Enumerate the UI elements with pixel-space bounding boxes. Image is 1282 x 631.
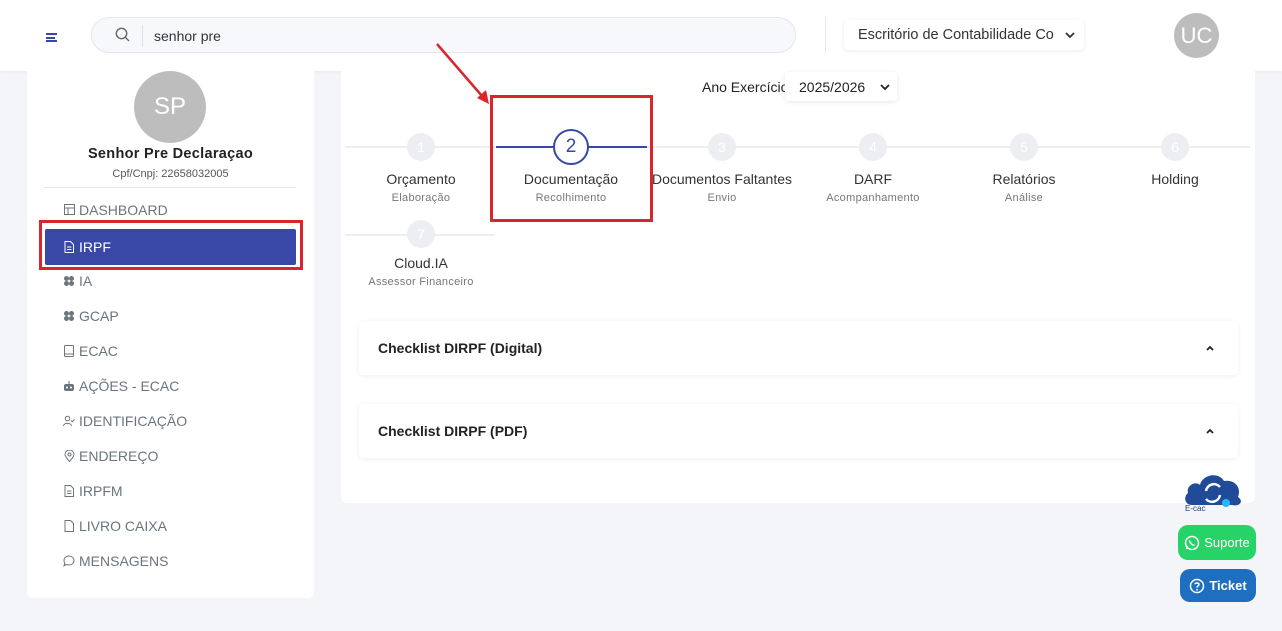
sidebar-item-label: DASHBOARD <box>79 201 168 218</box>
suporte-button[interactable]: Suporte <box>1178 525 1256 560</box>
step-title: Holding <box>1151 171 1199 187</box>
office-select[interactable]: Escritório de Contabilidade Co <box>844 20 1084 50</box>
irpf-highlight-box <box>39 220 303 270</box>
sidebar-item-endereco[interactable]: ENDEREÇO <box>45 438 296 473</box>
step-number: 1 <box>407 133 435 161</box>
step-subtitle: Acompanhamento <box>826 192 920 204</box>
user-check-icon <box>63 415 75 427</box>
chevron-down-icon <box>1065 32 1075 39</box>
document-icon <box>63 484 75 497</box>
chevron-up-icon <box>1206 428 1214 434</box>
suporte-label: Suporte <box>1204 535 1250 550</box>
file-icon <box>63 519 75 532</box>
sidebar-item-gcap[interactable]: GCAP <box>45 298 296 333</box>
book-icon <box>63 344 75 357</box>
robot-icon <box>63 380 75 392</box>
ecac-label: E-cac <box>1185 504 1206 513</box>
top-bar: Escritório de Contabilidade Co UC <box>0 0 1282 71</box>
sidebar-item-label: IDENTIFICAÇÃO <box>79 412 188 429</box>
sidebar-item-label: ENDEREÇO <box>79 447 159 464</box>
search-icon <box>115 27 130 42</box>
step-title: Relatórios <box>992 171 1056 187</box>
search-input[interactable] <box>154 24 754 48</box>
step-subtitle: Elaboração <box>391 192 451 204</box>
sidebar-item-label: LIVRO CAIXA <box>79 517 167 534</box>
year-label: Ano Exercício <box>702 79 789 95</box>
step-number: 5 <box>1010 133 1038 161</box>
sidebar-item-irpfm[interactable]: IRPFM <box>45 473 296 508</box>
step-subtitle: Assessor Financeiro <box>368 276 474 288</box>
year-select[interactable]: 2025/2026 <box>785 72 897 101</box>
sidebar-item-mensagens[interactable]: MENSAGENS <box>45 543 296 578</box>
sidebar: SP Senhor Pre Declaraçao Cpf/Cnpj: 22658… <box>27 71 314 598</box>
step-number: 3 <box>708 133 736 161</box>
sidebar-item-label: MENSAGENS <box>79 552 169 569</box>
whatsapp-icon <box>1184 535 1200 551</box>
dashboard-icon <box>63 204 75 216</box>
step-highlight-box <box>490 95 653 222</box>
chat-icon <box>63 554 75 567</box>
chevron-down-icon <box>880 84 890 91</box>
location-pin-icon <box>63 449 75 462</box>
step-title: Documentos Faltantes <box>651 171 793 187</box>
sidebar-item-label: GCAP <box>79 307 119 324</box>
sidebar-item-label: AÇÕES - ECAC <box>79 377 180 394</box>
ticket-label: Ticket <box>1209 578 1247 593</box>
step-documentos-faltantes[interactable]: 3 Documentos Faltantes Envio <box>642 133 802 204</box>
step-title: Cloud.IA <box>394 255 448 271</box>
year-select-value: 2025/2026 <box>799 79 866 95</box>
sidebar-item-label: IRPFM <box>79 482 123 499</box>
chevron-up-icon <box>1206 345 1214 351</box>
step-cloud-ia[interactable]: 7 Cloud.IA Assessor Financeiro <box>341 220 501 288</box>
header-separator <box>825 17 826 53</box>
step-relatorios[interactable]: 5 Relatórios Análise <box>944 133 1104 204</box>
client-cpf: Cpf/Cnpj: 22658032005 <box>112 168 229 180</box>
sidebar-item-label: IA <box>79 272 93 289</box>
step-title: DARF <box>853 171 893 187</box>
accordion-title: Checklist DIRPF (Digital) <box>378 340 543 356</box>
step-subtitle: Análise <box>1004 192 1044 204</box>
office-select-value: Escritório de Contabilidade Co <box>858 27 1054 43</box>
step-holding[interactable]: 6 Holding <box>1095 133 1255 192</box>
cluster-icon <box>63 275 75 287</box>
client-avatar: SP <box>134 71 206 143</box>
help-circle-icon <box>1189 578 1205 594</box>
sidebar-item-livro-caixa[interactable]: LIVRO CAIXA <box>45 508 296 543</box>
sidebar-item-acoes-ecac[interactable]: AÇÕES - ECAC <box>45 368 296 403</box>
search-divider <box>142 25 143 47</box>
accordion-checklist-pdf[interactable]: Checklist DIRPF (PDF) <box>359 404 1238 458</box>
sidebar-item-label: ECAC <box>79 342 118 359</box>
main-panel: Ano Exercício 2025/2026 1 Orçamento Elab… <box>341 71 1255 503</box>
menu-toggle-icon[interactable] <box>46 33 57 42</box>
step-orcamento[interactable]: 1 Orçamento Elaboração <box>341 133 501 204</box>
step-number: 7 <box>407 220 435 248</box>
step-darf[interactable]: 4 DARF Acompanhamento <box>793 133 953 204</box>
accordion-checklist-digital[interactable]: Checklist DIRPF (Digital) <box>359 321 1238 375</box>
sidebar-item-identificacao[interactable]: IDENTIFICAÇÃO <box>45 403 296 438</box>
search-box <box>91 17 796 53</box>
step-number: 6 <box>1161 133 1189 161</box>
sidebar-divider <box>44 187 296 188</box>
ticket-button[interactable]: Ticket <box>1180 569 1256 602</box>
sidebar-item-ecac[interactable]: ECAC <box>45 333 296 368</box>
user-avatar[interactable]: UC <box>1174 13 1219 58</box>
step-subtitle: Envio <box>707 192 737 204</box>
client-name: Senhor Pre Declaraçao <box>87 146 254 162</box>
step-number: 4 <box>859 133 887 161</box>
step-title: Orçamento <box>386 171 456 187</box>
accordion-title: Checklist DIRPF (PDF) <box>378 423 528 439</box>
cluster-icon <box>63 310 75 322</box>
